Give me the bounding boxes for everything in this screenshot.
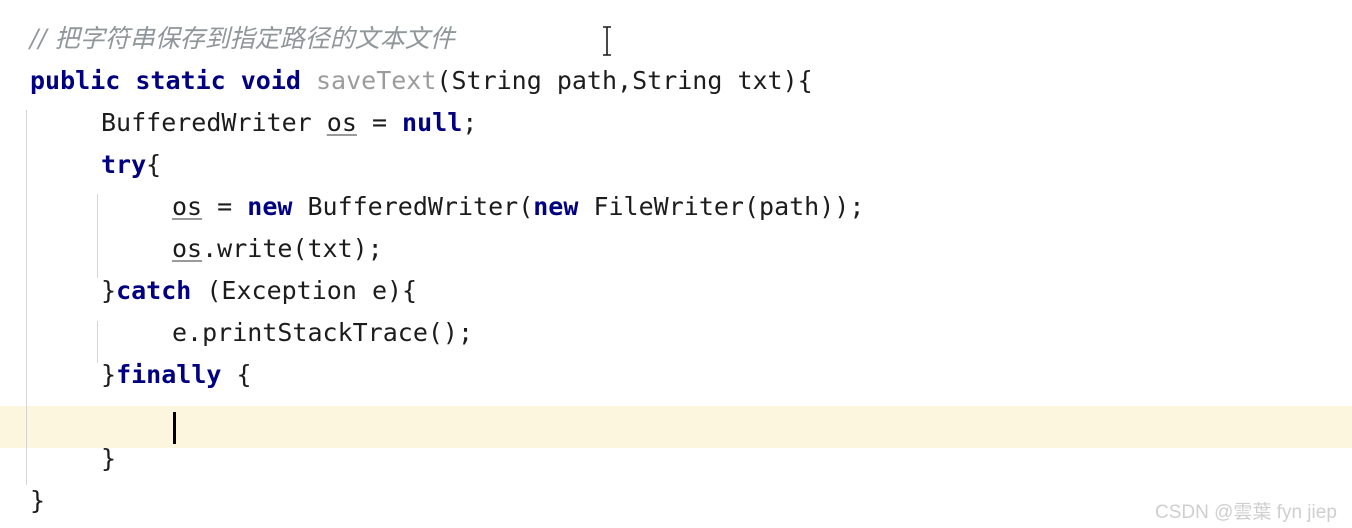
line-close-finally[interactable]: } (0, 438, 1352, 480)
line-print-stacktrace[interactable]: e.printStackTrace(); (0, 312, 1352, 354)
token-keyword: try (101, 150, 147, 179)
token-plain: ; (462, 108, 478, 137)
token-comment: // 把字符串保存到指定路径的文本文件 (30, 24, 455, 53)
line-assign-writer[interactable]: os = new BufferedWriter(new FileWriter(p… (0, 186, 1352, 228)
token-keyword: public static void (30, 66, 301, 95)
token-var: os (326, 108, 357, 137)
code-editor-surface[interactable]: // 把字符串保存到指定路径的文本文件 public static void sa… (0, 0, 1352, 528)
line-empty-caret[interactable] (0, 396, 1352, 438)
token-method-decl: saveText (316, 66, 437, 95)
token-plain: { (146, 150, 162, 179)
ibeam-pointer-icon (603, 26, 611, 56)
token-plain: } (30, 486, 46, 515)
token-keyword: finally (116, 360, 222, 389)
token-plain: } (101, 444, 117, 473)
line-comment[interactable]: // 把字符串保存到指定路径的文本文件 (0, 18, 1352, 60)
token-var: os (172, 192, 203, 221)
token-plain: } (101, 360, 117, 389)
token-plain: (String path,String txt){ (436, 66, 813, 95)
token-plain: FileWriter(path)); (578, 192, 865, 221)
token-plain: BufferedWriter (101, 108, 327, 137)
token-keyword: catch (116, 276, 192, 305)
line-declare-writer[interactable]: BufferedWriter os = null; (0, 102, 1352, 144)
line-catch[interactable]: }catch (Exception e){ (0, 270, 1352, 312)
line-close-method[interactable]: } (0, 480, 1352, 522)
token-plain: = (356, 108, 403, 137)
text-insertion-caret (173, 412, 176, 444)
line-try-open[interactable]: try{ (0, 144, 1352, 186)
csdn-watermark: CSDN @雲葉 fyn jiep (1155, 502, 1337, 523)
line-write-txt[interactable]: os.write(txt); (0, 228, 1352, 270)
line-finally[interactable]: }finally { (0, 354, 1352, 396)
token-keyword: new (247, 192, 293, 221)
token-plain: (Exception e){ (191, 276, 418, 305)
token-var: os (172, 234, 203, 263)
line-method-signature[interactable]: public static void saveText(String path,… (0, 60, 1352, 102)
token-plain: .write(txt); (202, 234, 383, 263)
token-keyword: new (533, 192, 579, 221)
token-keyword: null (402, 108, 463, 137)
token-plain: = (202, 192, 248, 221)
token-plain: { (221, 360, 252, 389)
token-plain: e.printStackTrace(); (172, 318, 474, 347)
token-plain: } (101, 276, 117, 305)
token-plain: BufferedWriter( (292, 192, 534, 221)
